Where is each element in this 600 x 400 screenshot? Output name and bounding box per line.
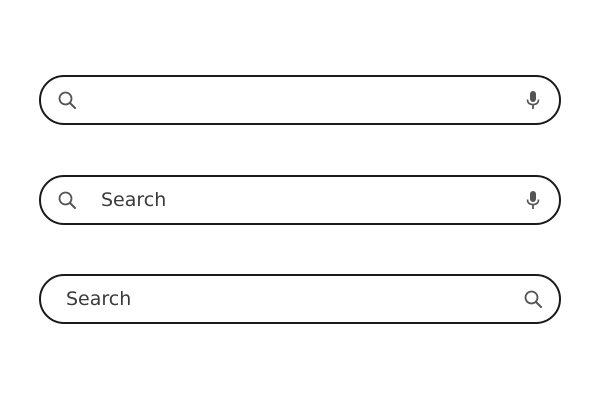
search-input[interactable]	[99, 86, 499, 114]
search-input[interactable]	[66, 285, 486, 313]
search-icon[interactable]	[523, 289, 543, 309]
search-icon[interactable]	[57, 190, 77, 210]
search-input[interactable]	[101, 186, 501, 214]
microphone-icon[interactable]	[523, 190, 543, 210]
search-bar-icon-right[interactable]	[39, 274, 561, 324]
microphone-icon[interactable]	[523, 90, 543, 110]
search-bar-with-placeholder[interactable]	[39, 175, 561, 225]
search-bar-empty[interactable]	[39, 75, 561, 125]
search-icon[interactable]	[57, 90, 77, 110]
